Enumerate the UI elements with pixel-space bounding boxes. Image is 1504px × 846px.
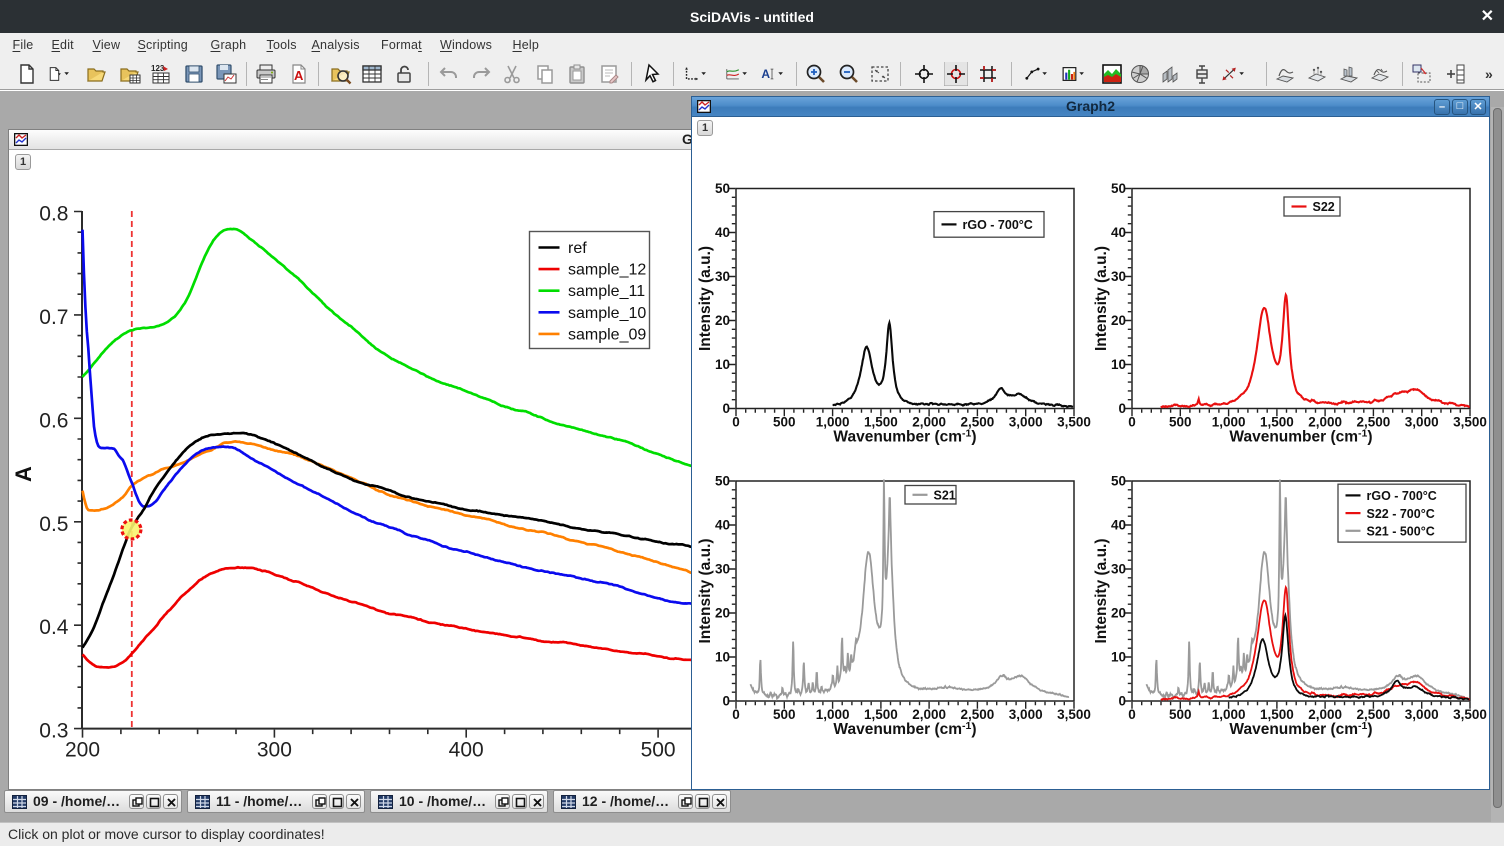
svg-text:1,500: 1,500 bbox=[864, 707, 898, 722]
svg-text:sample_11: sample_11 bbox=[568, 283, 645, 300]
svg-text:30: 30 bbox=[715, 562, 730, 577]
svg-text:500: 500 bbox=[1169, 415, 1192, 430]
svg-text:1,500: 1,500 bbox=[864, 415, 898, 430]
svg-text:20: 20 bbox=[1111, 606, 1126, 621]
svg-text:sample_09: sample_09 bbox=[568, 326, 646, 343]
svg-text:1,000: 1,000 bbox=[1212, 707, 1246, 722]
svg-text:2,000: 2,000 bbox=[912, 707, 946, 722]
svg-text:S21: S21 bbox=[934, 488, 956, 502]
svg-text:30: 30 bbox=[1111, 269, 1126, 284]
svg-text:3,500: 3,500 bbox=[1057, 415, 1091, 430]
svg-text:20: 20 bbox=[1111, 313, 1126, 328]
svg-text:Wavenumber (cm-1): Wavenumber (cm-1) bbox=[833, 720, 976, 738]
svg-text:0: 0 bbox=[722, 694, 730, 709]
svg-text:50: 50 bbox=[1111, 181, 1126, 196]
svg-text:2,000: 2,000 bbox=[1308, 415, 1342, 430]
svg-text:0.6: 0.6 bbox=[39, 409, 68, 432]
svg-text:20: 20 bbox=[715, 313, 730, 328]
svg-text:2,000: 2,000 bbox=[1308, 707, 1342, 722]
svg-text:Wavenumber (cm-1): Wavenumber (cm-1) bbox=[1229, 720, 1372, 738]
svg-text:10: 10 bbox=[715, 650, 730, 665]
svg-text:0: 0 bbox=[1128, 707, 1136, 722]
svg-text:300: 300 bbox=[257, 739, 292, 762]
svg-text:10: 10 bbox=[715, 357, 730, 372]
svg-text:20: 20 bbox=[715, 606, 730, 621]
svg-text:0: 0 bbox=[1118, 694, 1126, 709]
svg-text:3,000: 3,000 bbox=[1009, 415, 1043, 430]
svg-text:Wavenumber (cm-1): Wavenumber (cm-1) bbox=[833, 428, 976, 446]
svg-text:40: 40 bbox=[1111, 225, 1126, 240]
svg-text:0: 0 bbox=[1118, 401, 1126, 416]
svg-text:S21 - 500°C: S21 - 500°C bbox=[1367, 524, 1435, 538]
svg-text:500: 500 bbox=[1169, 707, 1192, 722]
svg-text:40: 40 bbox=[1111, 518, 1126, 533]
svg-text:0: 0 bbox=[1128, 415, 1136, 430]
svg-text:0: 0 bbox=[732, 707, 740, 722]
svg-text:3,000: 3,000 bbox=[1009, 707, 1043, 722]
svg-text:30: 30 bbox=[715, 269, 730, 284]
svg-text:30: 30 bbox=[1111, 562, 1126, 577]
svg-text:sample_10: sample_10 bbox=[568, 305, 646, 322]
svg-text:3,500: 3,500 bbox=[1453, 415, 1487, 430]
svg-text:0.5: 0.5 bbox=[39, 513, 68, 536]
svg-text:2,000: 2,000 bbox=[912, 415, 946, 430]
svg-text:500: 500 bbox=[773, 707, 796, 722]
svg-text:10: 10 bbox=[1111, 650, 1126, 665]
svg-text:500: 500 bbox=[641, 739, 676, 762]
svg-text:rGO - 700°C: rGO - 700°C bbox=[1367, 489, 1437, 503]
svg-text:50: 50 bbox=[1111, 474, 1126, 489]
svg-text:1,000: 1,000 bbox=[816, 415, 850, 430]
svg-text:ref: ref bbox=[568, 240, 587, 257]
svg-text:0.8: 0.8 bbox=[39, 203, 68, 226]
svg-text:3,500: 3,500 bbox=[1057, 707, 1091, 722]
svg-text:400: 400 bbox=[449, 739, 484, 762]
svg-text:Intensity (a.u.): Intensity (a.u.) bbox=[1093, 538, 1110, 643]
svg-text:rGO - 700°C: rGO - 700°C bbox=[963, 218, 1033, 232]
svg-text:0: 0 bbox=[732, 415, 740, 430]
svg-text:A: A bbox=[294, 68, 304, 83]
svg-text:0.7: 0.7 bbox=[39, 306, 68, 329]
svg-text:0: 0 bbox=[722, 401, 730, 416]
svg-text:3,000: 3,000 bbox=[1405, 707, 1439, 722]
svg-text:10: 10 bbox=[1111, 357, 1126, 372]
svg-text:A: A bbox=[761, 67, 770, 81]
svg-text:1,000: 1,000 bbox=[816, 707, 850, 722]
svg-text:40: 40 bbox=[715, 518, 730, 533]
svg-text:50: 50 bbox=[715, 181, 730, 196]
svg-text:40: 40 bbox=[715, 225, 730, 240]
svg-text:Wavenumber (cm-1): Wavenumber (cm-1) bbox=[1229, 428, 1372, 446]
svg-text:Intensity (a.u.): Intensity (a.u.) bbox=[1093, 246, 1110, 351]
svg-text:Intensity (a.u.): Intensity (a.u.) bbox=[697, 246, 714, 351]
svg-text:3,500: 3,500 bbox=[1453, 707, 1487, 722]
svg-text:50: 50 bbox=[715, 474, 730, 489]
svg-text:500: 500 bbox=[773, 415, 796, 430]
svg-text:1,500: 1,500 bbox=[1260, 707, 1294, 722]
svg-text:S22 - 700°C: S22 - 700°C bbox=[1367, 507, 1435, 521]
svg-text:1,000: 1,000 bbox=[1212, 415, 1246, 430]
svg-text:3,000: 3,000 bbox=[1405, 415, 1439, 430]
svg-text:123: 123 bbox=[151, 64, 165, 73]
svg-text:A: A bbox=[11, 466, 36, 482]
svg-text:»: » bbox=[1485, 66, 1493, 82]
svg-text:200: 200 bbox=[65, 739, 100, 762]
svg-text:Intensity (a.u.): Intensity (a.u.) bbox=[697, 538, 714, 643]
svg-text:sample_12: sample_12 bbox=[568, 262, 646, 279]
svg-text:0.4: 0.4 bbox=[39, 616, 69, 639]
svg-text:1,500: 1,500 bbox=[1260, 415, 1294, 430]
svg-text:S22: S22 bbox=[1313, 200, 1335, 214]
